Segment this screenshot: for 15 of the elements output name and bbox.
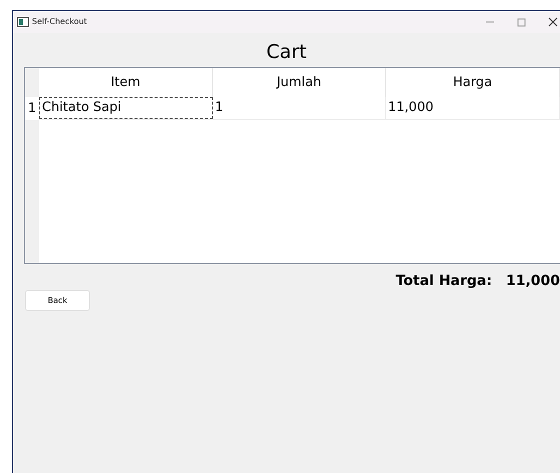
column-header[interactable]: Jumlah [213,68,386,97]
table-cell[interactable]: Chitato Sapi [39,97,213,119]
row-number: 1 [25,97,39,120]
table-cell[interactable]: 1 [213,97,386,119]
total-value: 11,000 [506,272,560,290]
cart-heading: Cart [266,42,307,63]
table-cell[interactable]: 11,000 [386,97,560,119]
app-icon [17,17,29,27]
column-header[interactable]: Item [39,68,213,97]
maximize-icon[interactable] [517,18,526,26]
total-label: Total Harga: [396,272,492,290]
close-icon[interactable] [548,17,558,27]
window-title: Self-Checkout [32,16,87,28]
column-header[interactable]: Harga [386,68,560,97]
back-button[interactable]: Back [25,290,90,311]
